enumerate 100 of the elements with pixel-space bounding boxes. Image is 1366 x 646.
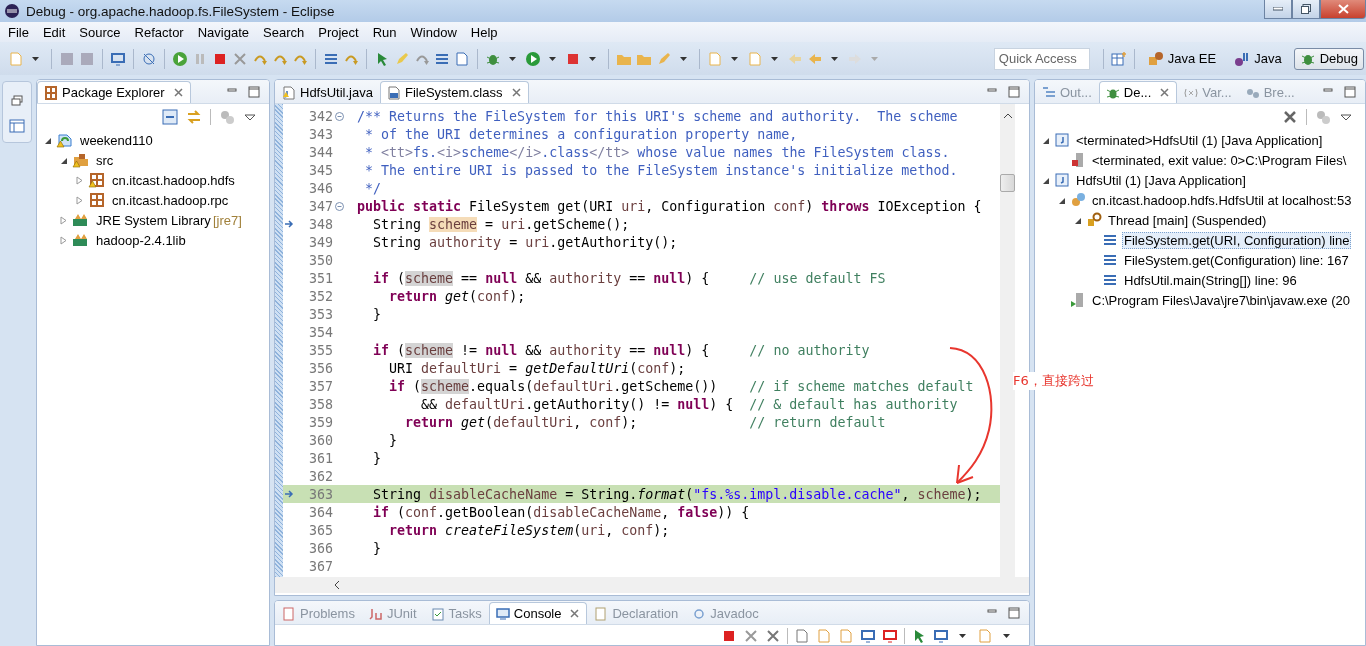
line-number: 363 — [307, 486, 333, 502]
scroll-left-icon[interactable] — [333, 580, 341, 590]
editor-tab[interactable]: FileSystem.class — [379, 81, 529, 103]
show-on-error-icon[interactable] — [882, 628, 898, 644]
tree-item[interactable]: FileSystem.get(Configuration) line: 167 — [1122, 251, 1351, 269]
menu-item[interactable]: Help — [464, 24, 506, 40]
tree-item[interactable]: C:\Program Files\Java\jre7\bin\javaw.exe (20 — [1090, 291, 1352, 309]
tree-item[interactable]: <terminated, exit value: 0>C:\Program Files\ — [1090, 151, 1349, 169]
skip-breakpoints-icon[interactable] — [141, 50, 157, 67]
gears-icon[interactable] — [219, 109, 235, 125]
tree-item[interactable]: HdfsUtil.main(String[]) line: 96 — [1122, 271, 1299, 289]
code-line: return get(conf); — [388, 288, 526, 304]
menu-item[interactable]: Run — [366, 24, 405, 40]
perspective-button[interactable]: Debug — [1293, 47, 1364, 70]
open-perspective-icon[interactable] — [1110, 50, 1127, 67]
stack-frame-icon — [1102, 252, 1118, 268]
scroll-lock-icon[interactable] — [816, 628, 832, 644]
tree-item[interactable]: Thread [main] (Suspended) — [1106, 211, 1269, 229]
line-number: 365 — [307, 522, 333, 538]
line-number: 350 — [307, 252, 333, 268]
maximize-icon[interactable] — [247, 84, 261, 99]
line-number: 346 — [307, 180, 333, 196]
package-icon — [44, 85, 58, 100]
view-tab[interactable]: De... — [1098, 81, 1178, 103]
collapsed-arrow-icon[interactable] — [75, 175, 84, 185]
code-line: if (conf.getBoolean(disableCacheName, false)) { — [372, 504, 750, 520]
scroll-up-icon[interactable] — [1002, 112, 1013, 120]
tree-item[interactable]: cn.itcast.hadoop.hdfs.HdfsUtil at localhost:53 — [1090, 191, 1354, 209]
menu-item[interactable]: Search — [257, 24, 313, 40]
minimize-button[interactable] — [1264, 0, 1292, 19]
close-icon[interactable] — [172, 87, 184, 98]
save-icon[interactable] — [59, 50, 75, 67]
fold-icon[interactable] — [334, 111, 344, 121]
run-icon[interactable] — [525, 50, 541, 67]
tree-item[interactable]: <terminated>HdfsUtil (1) [Java Application] — [1074, 131, 1325, 149]
fold-icon[interactable] — [334, 201, 344, 211]
tree-item[interactable]: HdfsUtil (1) [Java Application] — [1074, 171, 1248, 189]
line-number: 351 — [307, 270, 333, 286]
view-tab[interactable]: Package Explorer — [37, 81, 191, 103]
resume-icon[interactable] — [172, 50, 188, 67]
display-console-icon[interactable] — [933, 628, 949, 644]
collapsed-arrow-icon[interactable] — [59, 235, 68, 245]
word-wrap-icon[interactable] — [838, 628, 854, 644]
code-line: if (scheme == null && authority == null) { // use default FS — [372, 270, 886, 286]
thread-icon — [1086, 212, 1102, 228]
terminal-icon[interactable] — [110, 50, 126, 67]
tree-item[interactable]: JRE System Library — [94, 211, 213, 229]
minimize-icon — [1273, 7, 1283, 11]
line-number: 366 — [307, 540, 333, 556]
menu-item[interactable]: Refactor — [128, 24, 192, 40]
code-line: */ — [364, 180, 382, 196]
tree-item[interactable]: cn.itcast.hadoop.rpc — [110, 191, 231, 209]
save-all-icon[interactable] — [79, 50, 95, 67]
remove-launch-icon[interactable] — [743, 628, 759, 644]
remove-all-terminated-icon[interactable] — [1282, 109, 1298, 125]
close-icon[interactable] — [1159, 87, 1171, 98]
close-icon[interactable] — [510, 87, 522, 98]
menu-item[interactable]: Window — [404, 24, 465, 40]
horizontal-scrollbar[interactable] — [275, 577, 1029, 593]
remove-all-icon[interactable] — [765, 628, 781, 644]
tree-item[interactable]: cn.itcast.hadoop.hdfs — [110, 171, 237, 189]
tree-item[interactable]: FileSystem.get(URI, Configuration) line — [1122, 231, 1352, 249]
menu-item[interactable]: File — [2, 24, 37, 40]
restore-button[interactable] — [1292, 0, 1320, 19]
menu-item[interactable]: Source — [73, 24, 129, 40]
code-line: * of the URI determines a configuration property name, — [364, 126, 798, 142]
tree-item[interactable]: weekend110 — [78, 131, 155, 149]
maximize-icon[interactable] — [1343, 84, 1357, 99]
maximize-icon[interactable] — [1007, 84, 1021, 99]
collapse-all-icon[interactable] — [162, 109, 178, 125]
show-on-output-icon[interactable] — [860, 628, 876, 644]
terminate-icon[interactable] — [721, 628, 737, 644]
disconnect-icon[interactable] — [232, 50, 248, 67]
menu-item[interactable]: Edit — [36, 24, 74, 40]
close-button[interactable] — [1320, 0, 1366, 19]
maximize-icon[interactable] — [1007, 605, 1021, 620]
line-number: 345 — [307, 162, 333, 178]
new-console-icon[interactable] — [977, 628, 993, 644]
tree-item[interactable]: hadoop-2.4.1lib — [94, 231, 188, 249]
scrollbar-thumb[interactable] — [1000, 174, 1015, 192]
quick-access-field[interactable]: Quick Access — [993, 47, 1090, 70]
code-line: return get(defaultUri, conf); // return default — [404, 414, 886, 430]
view-tab[interactable]: Console — [488, 602, 588, 624]
restore-icon[interactable] — [10, 94, 24, 108]
collapsed-arrow-icon[interactable] — [59, 215, 68, 225]
line-number: 357 — [307, 378, 333, 394]
collapsed-arrow-icon[interactable] — [75, 195, 84, 205]
menu-item[interactable]: Navigate — [191, 24, 257, 40]
layout-icon[interactable] — [9, 118, 25, 134]
vertical-scrollbar[interactable] — [1000, 104, 1015, 577]
menu-item[interactable]: Project — [312, 24, 367, 40]
window-title: Debug - org.apache.hadoop.fs.FileSystem - Eclipse — [26, 3, 335, 19]
perspective-button[interactable]: Java — [1228, 47, 1288, 70]
close-icon[interactable] — [569, 608, 581, 619]
gears-icon[interactable] — [1315, 109, 1331, 125]
clear-console-icon[interactable] — [794, 628, 810, 644]
editor-tab[interactable]: HdfsUtil.java — [275, 81, 380, 103]
tree-item[interactable]: src — [94, 151, 116, 169]
perspective-button[interactable]: Java EE — [1141, 47, 1223, 70]
link-icon[interactable] — [186, 109, 202, 125]
